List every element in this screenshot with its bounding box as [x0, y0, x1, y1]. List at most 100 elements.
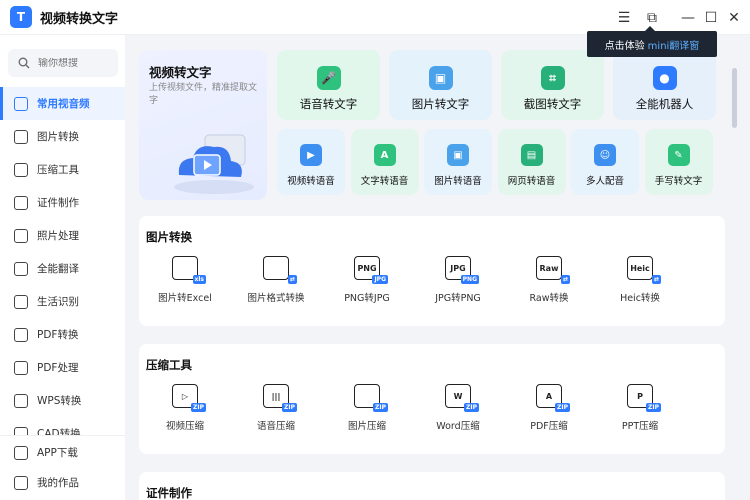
- tool-item[interactable]: W ZIP Word压缩: [418, 384, 498, 432]
- tool-label: Word压缩: [436, 421, 480, 432]
- tool-item[interactable]: xls 图片转Excel: [145, 256, 225, 304]
- close-button[interactable]: ✕: [722, 0, 746, 35]
- tool-icon: ZIP: [354, 384, 388, 412]
- sidebar-item-label: PDF转换: [37, 329, 79, 341]
- tool-item[interactable]: Raw ⇄ Raw转换: [509, 256, 589, 304]
- web-audio-icon: ▤: [520, 144, 543, 166]
- tool-icon: ⇄: [263, 256, 297, 284]
- hero-subtitle: 上传视频文件，精准提取文字: [149, 83, 258, 106]
- tool-label: PDF压缩: [530, 421, 568, 432]
- feature-card-label: 截图转文字: [523, 97, 582, 111]
- quick-tool-card[interactable]: ☺ 多人配音: [571, 129, 639, 195]
- tool-item[interactable]: Heic ⇄ Heic转换: [600, 256, 680, 304]
- tool-label: 图片压缩: [347, 421, 386, 432]
- mini-window-tooltip: 点击体验 mini翻译窗: [587, 26, 717, 57]
- tool-section: 压缩工具 ▷ ZIP 视频压缩 ||| ZIP 语音压缩 ZIP 图片压缩 W ZIP…: [139, 344, 725, 454]
- sidebar-item[interactable]: 压缩工具: [0, 153, 125, 186]
- translate-icon: [14, 261, 28, 276]
- compress-icon: [14, 162, 28, 177]
- tool-label: 图片格式转换: [247, 293, 305, 304]
- tool-icon: A ZIP: [536, 384, 570, 412]
- tool-icon: Raw ⇄: [536, 256, 570, 284]
- feature-card[interactable]: ⌗ 截图转文字: [501, 50, 604, 120]
- menu-icon[interactable]: ☰: [612, 0, 636, 35]
- sidebar-item[interactable]: 图片转换: [0, 120, 125, 153]
- image-text-icon: ▣: [428, 66, 453, 90]
- feature-card-label: 图片转文字: [411, 97, 470, 111]
- hero-title: 视频转文字: [149, 65, 212, 80]
- section-title: 图片转换: [146, 230, 192, 244]
- sidebar-bottom-label: 我的作品: [37, 477, 79, 489]
- feature-card-label: 全能机器人: [635, 97, 694, 111]
- tool-item[interactable]: ZIP 图片压缩: [327, 384, 407, 432]
- image-audio-icon: ▣: [447, 144, 469, 166]
- sidebar-item[interactable]: WPS转换: [0, 384, 125, 417]
- tool-label: Heic转换: [620, 293, 660, 304]
- section-title: 证件制作: [146, 486, 192, 500]
- tool-label: 视频压缩: [165, 421, 204, 432]
- tooltip-prefix: 点击体验: [604, 40, 645, 52]
- sidebar-item[interactable]: 生活识别: [0, 285, 125, 318]
- microphone-icon: 🎤: [316, 66, 341, 90]
- quick-tool-card[interactable]: ✎ 手写转文字: [644, 129, 713, 195]
- sidebar-item-label: 照片处理: [37, 230, 79, 242]
- tool-label: 语音压缩: [256, 421, 295, 432]
- tool-item[interactable]: A ZIP PDF压缩: [509, 384, 589, 432]
- quick-tool-card[interactable]: ▶ 视频转语音: [277, 129, 345, 195]
- feature-card-label: 语音转文字: [299, 97, 358, 111]
- search-input[interactable]: [38, 57, 108, 69]
- tool-label: 图片转Excel: [158, 293, 212, 304]
- sidebar-bottom-item[interactable]: 我的作品: [0, 466, 125, 499]
- sidebar-bottom-item[interactable]: APP下载: [0, 436, 125, 469]
- quick-tool-label: 多人配音: [585, 176, 624, 187]
- quick-tool-card[interactable]: ▤ 网页转语音: [497, 129, 566, 195]
- feature-card[interactable]: ● 全能机器人: [613, 50, 716, 120]
- sidebar-item-label: 全能翻译: [37, 263, 79, 275]
- dubbing-icon: ☺: [594, 144, 616, 166]
- tooltip-highlight: mini翻译窗: [647, 40, 700, 52]
- video-icon: [14, 96, 28, 111]
- id-photo-icon: [14, 195, 28, 210]
- sidebar-item[interactable]: 常用视音频: [0, 87, 125, 120]
- quick-tool-label: 视频转语音: [287, 176, 335, 187]
- tool-item[interactable]: P ZIP PPT压缩: [600, 384, 680, 432]
- quick-tool-label: 图片转语音: [434, 176, 482, 187]
- tool-icon: JPG PNG: [445, 256, 479, 284]
- quick-tool-card[interactable]: A 文字转语音: [350, 129, 419, 195]
- tool-label: JPG转PNG: [435, 293, 481, 304]
- hero-card-video-to-text[interactable]: 视频转文字 上传视频文件，精准提取文字: [139, 50, 267, 200]
- minimize-button[interactable]: —: [676, 0, 700, 35]
- sidebar-item[interactable]: 全能翻译: [0, 252, 125, 285]
- tool-icon: Heic ⇄: [627, 256, 661, 284]
- tool-icon: xls: [172, 256, 206, 284]
- sidebar-item[interactable]: 照片处理: [0, 219, 125, 252]
- quick-tool-card[interactable]: ▣ 图片转语音: [424, 129, 492, 195]
- text-audio-icon: A: [373, 144, 396, 166]
- tool-item[interactable]: PNG JPG PNG转JPG: [327, 256, 407, 304]
- tool-label: PNG转JPG: [344, 293, 390, 304]
- maximize-button[interactable]: ☐: [699, 0, 723, 35]
- tool-label: Raw转换: [529, 293, 569, 304]
- sidebar-item[interactable]: PDF处理: [0, 351, 125, 384]
- pdf-icon: [14, 327, 28, 342]
- image-icon: [14, 129, 28, 144]
- tool-item[interactable]: ▷ ZIP 视频压缩: [145, 384, 225, 432]
- tool-section: 证件制作: [139, 472, 725, 500]
- screenshot-icon: ⌗: [540, 66, 565, 90]
- sidebar-item-label: WPS转换: [37, 395, 82, 407]
- sidebar-item-label: PDF处理: [37, 362, 79, 374]
- tool-item[interactable]: JPG PNG JPG转PNG: [418, 256, 498, 304]
- feature-card[interactable]: 🎤 语音转文字: [277, 50, 380, 120]
- tool-item[interactable]: ⇄ 图片格式转换: [236, 256, 316, 304]
- sidebar: 常用视音频图片转换压缩工具证件制作照片处理全能翻译生活识别 PDF转换 PDF处理 W…: [0, 35, 125, 500]
- tool-icon: P ZIP: [627, 384, 661, 412]
- sidebar-item[interactable]: 证件制作: [0, 186, 125, 219]
- feature-card[interactable]: ▣ 图片转文字: [389, 50, 492, 120]
- scrollbar[interactable]: [732, 68, 737, 128]
- app-logo: T: [10, 6, 32, 28]
- title-bar: T 视频转换文字 ☰ ⧉ — ☐ ✕: [0, 0, 750, 35]
- robot-icon: ●: [652, 66, 677, 90]
- sidebar-item[interactable]: PDF转换: [0, 318, 125, 351]
- tool-item[interactable]: ||| ZIP 语音压缩: [236, 384, 316, 432]
- search-box[interactable]: [8, 49, 118, 77]
